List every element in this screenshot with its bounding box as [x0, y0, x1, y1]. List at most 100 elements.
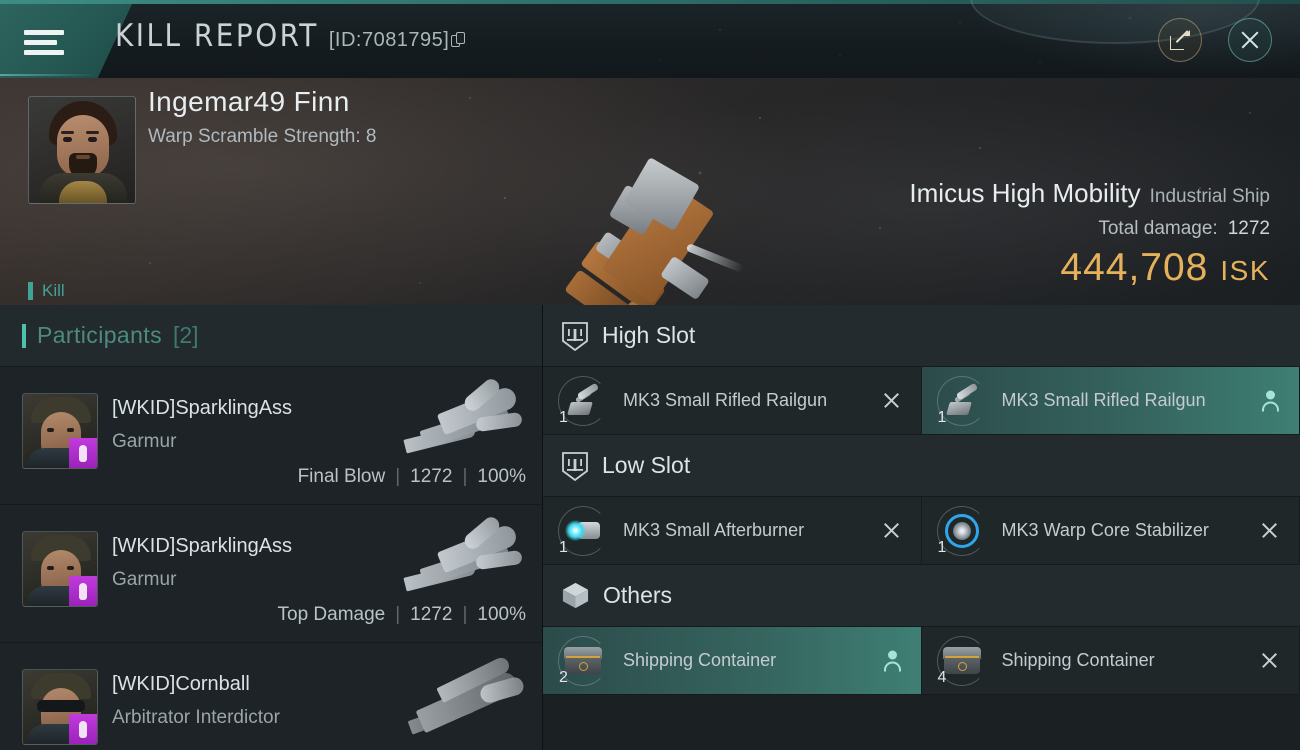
module-state [1260, 651, 1279, 670]
others-cube-icon [562, 582, 589, 609]
copy-icon[interactable] [451, 32, 466, 49]
participants-count: [2] [172, 322, 199, 348]
total-damage-label: Total damage: [1098, 218, 1218, 239]
participant-role: Final Blow [297, 466, 386, 487]
low-slot-shield-icon [562, 451, 588, 481]
isk-value: 444,708 [1060, 246, 1209, 289]
dropped-person-icon [1262, 390, 1279, 411]
report-id-text: [ID:7081795] [328, 29, 450, 51]
module-name: MK3 Small Afterburner [623, 520, 805, 541]
slot-label: Low Slot [602, 452, 691, 478]
report-id: [ID:7081795] [329, 29, 467, 52]
participant-avatar[interactable] [22, 393, 98, 469]
slot-modules-low: 1 MK3 Small Afterburner 1 MK3 Warp Core … [543, 497, 1300, 565]
victim-name: Ingemar49 Finn [148, 86, 350, 117]
module-name: MK3 Warp Core Stabilizer [1001, 520, 1209, 541]
status-badge-label: Kill [42, 281, 65, 300]
share-button[interactable] [1158, 18, 1202, 62]
module-item[interactable]: 1 MK3 Small Rifled Railgun [543, 367, 922, 435]
close-icon [1239, 29, 1261, 51]
high-slot-shield-icon [562, 321, 588, 351]
warp-core-stabilizer-icon [944, 513, 979, 548]
participant-row[interactable]: [WKID]SparklingAss Garmur Top Damage | 1… [0, 505, 542, 643]
page-title: KILL REPORT [115, 18, 319, 54]
participants-header: Participants [2] [0, 305, 542, 367]
participant-name: [WKID]SparklingAss [112, 535, 293, 557]
title-bar: KILL REPORT [ID:7081795] [0, 0, 1300, 78]
stat-separator: | [462, 466, 468, 487]
isk-unit: ISK [1220, 255, 1270, 286]
slot-header-high: High Slot [543, 305, 1300, 367]
slot-header-others: Others [543, 565, 1300, 627]
module-quantity: 1 [937, 538, 947, 556]
stat-separator: | [395, 466, 401, 487]
participant-ship-icon [402, 655, 532, 749]
shipping-container-icon [564, 646, 602, 675]
destroyed-x-icon [1260, 521, 1279, 540]
module-name: MK3 Small Rifled Railgun [623, 390, 828, 411]
module-item[interactable]: 2 Shipping Container [543, 627, 922, 695]
participant-percent: 100% [477, 466, 526, 487]
participant-role: Top Damage [277, 604, 386, 625]
kill-report-window: KILL REPORT [ID:7081795] Ingemar49 Finn … [0, 0, 1300, 750]
participant-avatar[interactable] [22, 531, 98, 607]
content-area: Participants [2] [WKID]SparklingAss Garm… [0, 305, 1300, 750]
title-group: KILL REPORT [ID:7081795] [115, 18, 466, 54]
participant-stats: Top Damage | 1272 | 100% [278, 604, 527, 626]
participant-damage: 1272 [410, 604, 453, 625]
module-state [882, 521, 901, 540]
destroyed-x-icon [882, 521, 901, 540]
destroyed-x-icon [1260, 651, 1279, 670]
security-badge [69, 714, 97, 744]
participant-ship: Garmur [112, 569, 177, 590]
module-icon: 1 [934, 373, 990, 429]
module-state [1260, 521, 1279, 540]
participant-avatar[interactable] [22, 669, 98, 745]
close-button[interactable] [1228, 18, 1272, 62]
participants-title: Participants [37, 322, 162, 348]
ship-name: Imicus High Mobility [909, 178, 1141, 208]
victim-avatar[interactable] [28, 96, 136, 204]
module-name: MK3 Small Rifled Railgun [1001, 390, 1206, 411]
destroyed-x-icon [882, 391, 901, 410]
participant-ship-icon [402, 376, 532, 473]
module-icon: 1 [555, 503, 611, 559]
participant-percent: 100% [477, 604, 526, 625]
module-state [1262, 390, 1279, 411]
module-item[interactable]: 1 MK3 Small Afterburner [543, 497, 922, 565]
participant-row[interactable]: [WKID]SparklingAss Garmur Final Blow | 1… [0, 367, 542, 505]
railgun-icon [945, 382, 979, 416]
module-quantity: 1 [559, 538, 568, 556]
module-item[interactable]: 4 Shipping Container [921, 627, 1300, 695]
module-item[interactable]: 1 MK3 Small Rifled Railgun [921, 367, 1300, 435]
ship-class: Industrial Ship [1149, 186, 1270, 207]
module-quantity: 2 [559, 668, 568, 686]
participant-row[interactable]: [WKID]Cornball Arbitrator Interdictor [0, 643, 542, 750]
section-accent-bar [22, 323, 26, 348]
slot-modules-others: 2 Shipping Container 4 Shipping Containe… [543, 627, 1300, 695]
participant-name: [WKID]Cornball [112, 673, 250, 695]
module-item[interactable]: 1 MK3 Warp Core Stabilizer [921, 497, 1300, 565]
slot-label: Others [603, 582, 673, 608]
victim-subtitle: Warp Scramble Strength: 8 [148, 126, 377, 147]
fitting-panel: High Slot 1 MK3 Small Rifled Railgun 1 M… [543, 305, 1300, 750]
slot-modules-high: 1 MK3 Small Rifled Railgun 1 MK3 Small R… [543, 367, 1300, 435]
shipping-container-icon [942, 646, 981, 675]
module-icon: 1 [555, 373, 611, 429]
module-name: Shipping Container [623, 650, 777, 671]
afterburner-icon [565, 518, 601, 544]
hamburger-menu-icon [24, 30, 64, 56]
participant-stats: Final Blow | 1272 | 100% [298, 466, 526, 488]
module-name: Shipping Container [1001, 650, 1155, 671]
security-badge [69, 438, 97, 468]
dropped-person-icon [883, 650, 901, 671]
module-quantity: 1 [559, 408, 568, 426]
module-quantity: 4 [937, 668, 947, 686]
participant-name: [WKID]SparklingAss [112, 397, 293, 419]
stat-separator: | [395, 604, 401, 625]
module-icon: 4 [934, 633, 990, 689]
stat-separator: | [462, 604, 468, 625]
slot-header-low: Low Slot [543, 435, 1300, 497]
module-quantity: 1 [937, 408, 947, 426]
status-accent-bar [28, 282, 33, 300]
